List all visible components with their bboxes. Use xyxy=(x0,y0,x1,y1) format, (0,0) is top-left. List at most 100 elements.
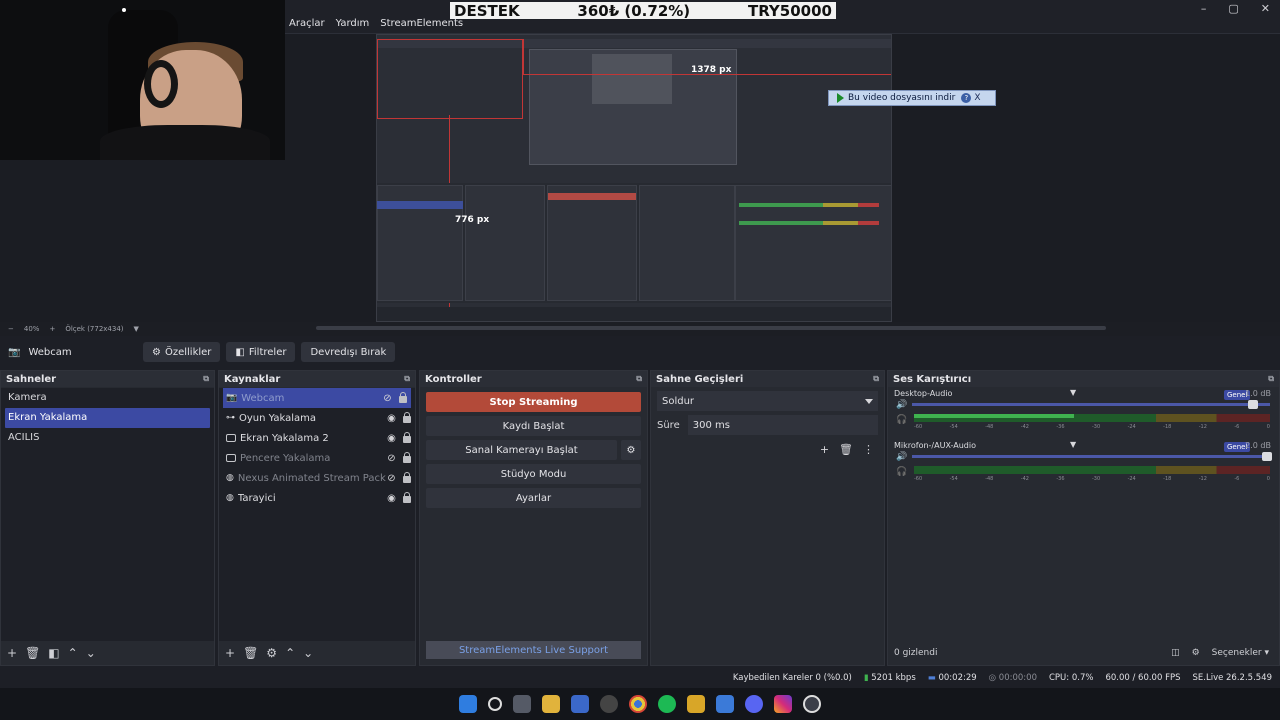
mixer-options-button[interactable]: Seçenekler ▾ xyxy=(1212,648,1269,658)
lock-icon[interactable] xyxy=(403,432,411,443)
eye-hidden-icon[interactable]: ⊘ xyxy=(386,473,397,484)
menu-help[interactable]: Yardım xyxy=(336,18,370,29)
store-icon[interactable] xyxy=(571,695,589,713)
spotify-icon[interactable] xyxy=(658,695,676,713)
lock-icon[interactable] xyxy=(403,412,411,423)
down-icon[interactable]: ⌄ xyxy=(303,646,313,660)
source-item-browser[interactable]: ◍ Tarayici ◉ xyxy=(219,488,415,508)
lock-icon[interactable] xyxy=(399,392,407,403)
menu-tools[interactable]: Araçlar xyxy=(289,18,325,29)
up-icon[interactable]: ⌃ xyxy=(285,646,295,660)
app-icon[interactable] xyxy=(687,695,705,713)
float-icon[interactable]: ⧉ xyxy=(636,374,642,384)
volume-slider[interactable] xyxy=(912,452,1272,461)
scale-label[interactable]: Ölçek (772x434) xyxy=(65,325,123,333)
globe-icon: ◍ xyxy=(226,473,234,483)
live-support-button[interactable]: StreamElements Live Support xyxy=(426,641,641,659)
hidden-count[interactable]: 0 gizlendi xyxy=(894,648,937,658)
eye-icon[interactable]: ◉ xyxy=(386,413,397,424)
layout-icon[interactable]: ◫ xyxy=(1171,648,1180,658)
zoom-in-icon[interactable]: + xyxy=(49,325,55,333)
float-icon[interactable]: ⧉ xyxy=(873,374,879,384)
trash-icon[interactable]: 🗑 xyxy=(25,646,40,660)
eye-hidden-icon[interactable]: ⊘ xyxy=(382,393,393,404)
add-icon[interactable]: + xyxy=(820,443,829,456)
volume-knob[interactable] xyxy=(1248,400,1258,409)
notes-icon[interactable] xyxy=(716,695,734,713)
scene-item[interactable]: Kamera xyxy=(1,388,214,408)
trash-icon[interactable]: 🗑 xyxy=(243,646,258,660)
source-item-display-capture[interactable]: Ekran Yakalama 2 ◉ xyxy=(219,428,415,448)
transition-select[interactable]: Soldur xyxy=(657,391,878,411)
menu-streamelements[interactable]: StreamElements xyxy=(380,18,463,29)
filter-icon[interactable]: ◧ xyxy=(48,646,59,660)
lock-icon[interactable] xyxy=(403,472,411,483)
deactivate-button[interactable]: Devredışı Bırak xyxy=(301,342,396,362)
eye-icon[interactable]: ◉ xyxy=(386,493,397,504)
lock-icon[interactable] xyxy=(403,452,411,463)
filters-button[interactable]: ◧ Filtreler xyxy=(226,342,296,362)
help-icon[interactable]: ? xyxy=(961,93,972,103)
task-view-icon[interactable] xyxy=(513,695,531,713)
scale-dropdown-icon[interactable]: ▼ xyxy=(134,325,139,333)
speaker-icon[interactable]: 🔊 xyxy=(896,400,907,410)
controls-dock: Kontroller ⧉ Stop Streaming Kaydı Başlat … xyxy=(419,370,648,666)
download-video-button[interactable]: Bu video dosyasını indir ? X xyxy=(828,90,996,106)
headphones-icon[interactable]: 🎧 xyxy=(896,467,907,477)
source-item-webcam[interactable]: 📷 Webcam ⊘ xyxy=(223,388,411,408)
settings-button[interactable]: Ayarlar xyxy=(426,488,641,508)
up-icon[interactable]: ⌃ xyxy=(68,646,78,660)
float-icon[interactable]: ⧉ xyxy=(203,374,209,384)
scene-item-selected[interactable]: Ekran Yakalama xyxy=(5,408,210,428)
source-item-game-capture[interactable]: ⊶ Oyun Yakalama ◉ xyxy=(219,408,415,428)
file-explorer-icon[interactable] xyxy=(542,695,560,713)
speaker-icon[interactable]: 🔊 xyxy=(896,452,907,462)
maximize-button[interactable]: ▢ xyxy=(1228,2,1238,15)
download-label: Bu video dosyasını indir xyxy=(848,93,956,103)
headphones-icon[interactable]: 🎧 xyxy=(896,415,907,425)
lock-icon[interactable] xyxy=(403,492,411,503)
eye-icon[interactable]: ◉ xyxy=(386,433,397,444)
openai-icon[interactable] xyxy=(600,695,618,713)
channel-menu-icon[interactable]: ▼ xyxy=(1070,440,1076,449)
virtual-camera-settings-icon[interactable]: ⚙ xyxy=(621,440,641,460)
properties-button[interactable]: ⚙ Özellikler xyxy=(143,342,221,362)
windows-start-icon[interactable] xyxy=(459,695,477,713)
gear-icon[interactable]: ⚙ xyxy=(1192,648,1200,658)
down-icon[interactable]: ⌄ xyxy=(86,646,96,660)
scene-item[interactable]: ACILIS xyxy=(1,428,214,448)
width-measure: 1378 px xyxy=(691,65,732,75)
duration-input[interactable]: 300 ms xyxy=(687,415,878,435)
volume-knob[interactable] xyxy=(1262,452,1272,461)
channel-name: Desktop-Audio xyxy=(894,389,953,398)
eye-hidden-icon[interactable]: ⊘ xyxy=(386,453,397,464)
float-icon[interactable]: ⧉ xyxy=(404,374,410,384)
volume-slider[interactable] xyxy=(912,400,1270,409)
gear-icon[interactable]: ⚙ xyxy=(266,646,277,660)
start-recording-button[interactable]: Kaydı Başlat xyxy=(426,416,641,436)
close-button[interactable]: ✕ xyxy=(1261,2,1270,15)
instagram-icon[interactable] xyxy=(774,695,792,713)
channel-menu-icon[interactable]: ▼ xyxy=(1070,388,1076,397)
more-icon[interactable]: ⋮ xyxy=(863,443,874,456)
studio-mode-button[interactable]: Stüdyo Modu xyxy=(426,464,641,484)
chrome-icon[interactable] xyxy=(629,695,647,713)
source-item-nexus[interactable]: ◍ Nexus Animated Stream Package - ⊘ xyxy=(219,468,415,488)
zoom-out-icon[interactable]: − xyxy=(8,325,14,333)
search-icon[interactable] xyxy=(488,697,502,711)
source-item-window-capture[interactable]: Pencere Yakalama ⊘ xyxy=(219,448,415,468)
virtual-camera-button[interactable]: Sanal Kamerayı Başlat xyxy=(426,440,617,460)
close-icon[interactable]: X xyxy=(974,93,980,103)
stop-streaming-button[interactable]: Stop Streaming xyxy=(426,392,641,412)
float-icon[interactable]: ⧉ xyxy=(1268,374,1274,384)
preview-scrollbar[interactable] xyxy=(316,326,1106,330)
minimize-button[interactable]: – xyxy=(1201,2,1207,15)
add-icon[interactable]: + xyxy=(225,646,235,660)
obs-icon[interactable] xyxy=(803,695,821,713)
discord-icon[interactable] xyxy=(745,695,763,713)
trash-icon[interactable]: 🗑 xyxy=(839,443,853,456)
mixer-channel-desktop: Desktop-Audio ▼ Genel -1.0 dB 🔊 🎧 -60 -54… xyxy=(894,387,1273,439)
add-icon[interactable]: + xyxy=(7,646,17,660)
preview-canvas[interactable]: 1378 px 776 px xyxy=(376,34,892,322)
window-icon xyxy=(226,454,236,462)
